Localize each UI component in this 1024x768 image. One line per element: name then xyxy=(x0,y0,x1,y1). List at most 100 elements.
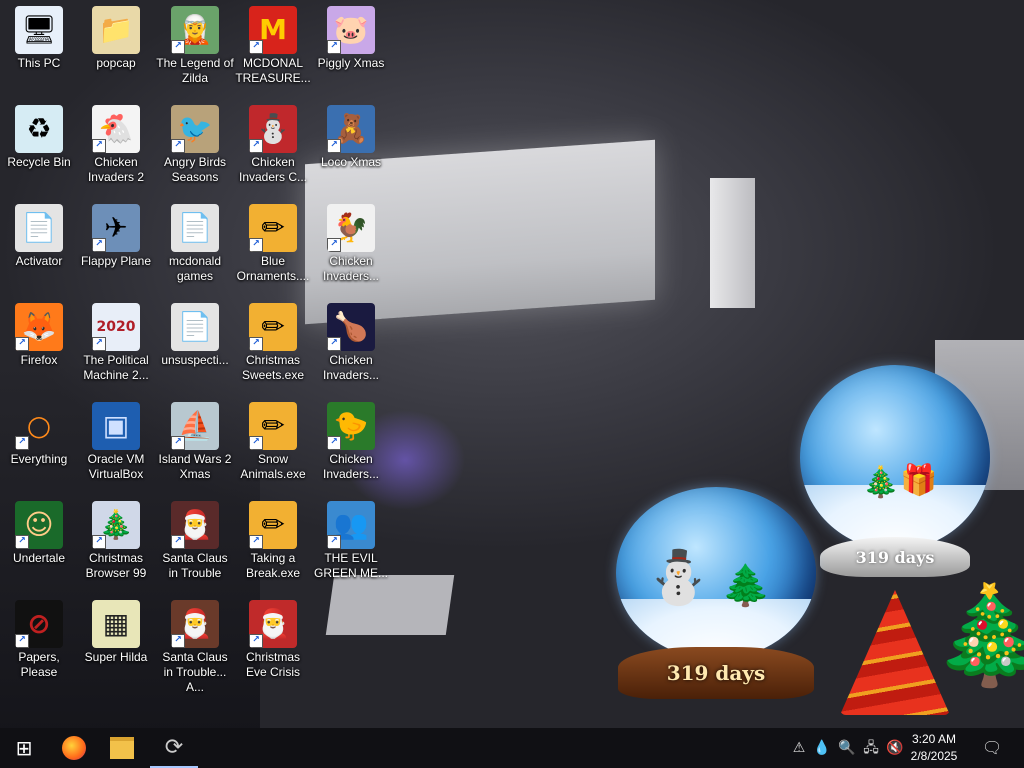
pixel-character-icon: ▦ xyxy=(92,600,140,648)
shortcut-arrow-icon: ↗ xyxy=(15,337,29,351)
clock-time: 3:20 AM xyxy=(911,732,957,746)
clock[interactable]: 3:20 AM 2/8/2025 xyxy=(904,731,964,765)
desktop-icon[interactable]: 🐷 ↗ Piggly Xmas xyxy=(312,0,390,71)
shortcut-arrow-icon: ↗ xyxy=(15,535,29,549)
santa-icon: 🎅 ↗ xyxy=(171,501,219,549)
desktop-icon[interactable]: M ↗ MCDONAL TREASURE... xyxy=(234,0,312,86)
globe-base: 319 days xyxy=(618,647,814,699)
desktop-icon[interactable]: 🍗 ↗ Chicken Invaders... xyxy=(312,297,390,383)
desktop-icon[interactable]: 🖥 This PC xyxy=(0,0,78,71)
volume-muted-icon[interactable]: 🔇 xyxy=(886,738,904,758)
shortcut-arrow-icon: ↗ xyxy=(249,337,263,351)
shortcut-arrow-icon: ↗ xyxy=(327,139,341,153)
desktop-icon[interactable]: 📄 unsuspecti... xyxy=(156,297,234,368)
desktop-icon-label: Taking a Break.exe xyxy=(245,551,301,580)
desktop-icon[interactable]: 🎅 ↗ Santa Claus in Trouble xyxy=(156,495,234,581)
desktop-icon[interactable]: 🎄 ↗ Christmas Browser 99 xyxy=(77,495,155,581)
desktop-icon[interactable]: 👥 ↗ THE EVIL GREEN ME... xyxy=(312,495,390,581)
installer-icon: ✏ ↗ xyxy=(249,204,297,252)
file-explorer-icon xyxy=(110,737,134,759)
virtualbox-icon: ▣ xyxy=(92,402,140,450)
desktop-icon[interactable]: ✈ ↗ Flappy Plane xyxy=(77,198,155,269)
shortcut-arrow-icon: ↗ xyxy=(171,535,185,549)
snowman-icon: ⛄ xyxy=(646,548,711,608)
desktop-icon[interactable]: ⛵ ↗ Island Wars 2 Xmas xyxy=(156,396,234,482)
network-icon[interactable]: 🖧 xyxy=(862,738,880,758)
desktop-icon[interactable]: ✏ ↗ Snow Animals.exe xyxy=(234,396,312,482)
desktop-icon[interactable]: ♻ Recycle Bin xyxy=(0,99,78,170)
clock-date: 2/8/2025 xyxy=(910,749,958,763)
desktop-icon-label: Piggly Xmas xyxy=(317,56,385,70)
desktop-icon-label: The Legend of Zilda xyxy=(156,56,234,85)
shortcut-arrow-icon: ↗ xyxy=(171,436,185,450)
desktop-icon-label: THE EVIL GREEN ME... xyxy=(313,551,388,580)
desktop-icon-label: Chicken Invaders... xyxy=(322,254,380,283)
desktop-icon[interactable]: ✏ ↗ Taking a Break.exe xyxy=(234,495,312,581)
christmas-tree-icon: 🎄 xyxy=(862,465,900,500)
snow-globe-widget-left[interactable]: ⛄ 🌲 319 days xyxy=(612,487,820,705)
christmas-tree-icon: 🎄 ↗ xyxy=(92,501,140,549)
shortcut-arrow-icon: ↗ xyxy=(171,634,185,648)
desktop-icon[interactable]: ○ ↗ Everything xyxy=(0,396,78,467)
taskbar-running-app[interactable]: ⟳ xyxy=(150,728,198,768)
desktop-icon[interactable]: 🐓 ↗ Chicken Invaders... xyxy=(312,198,390,284)
desktop-icon[interactable]: 📄 mcdonald games xyxy=(156,198,234,284)
desktop-icon-label: This PC xyxy=(17,56,61,70)
desktop-icon-label: unsuspecti... xyxy=(161,353,229,367)
computer-icon: 🖥 xyxy=(15,6,63,54)
desktop-icon[interactable]: ▦ Super Hilda xyxy=(77,594,155,665)
santa-icon: 🎅 ↗ xyxy=(249,600,297,648)
chicken-invaders-icon: 🍗 ↗ xyxy=(327,303,375,351)
shortcut-arrow-icon: ↗ xyxy=(171,40,185,54)
desktop-icon-label: Chicken Invaders C... xyxy=(238,155,308,184)
desktop-icon[interactable]: ▣ Oracle VM VirtualBox xyxy=(77,396,155,482)
desktop-icon[interactable]: ✏ ↗ Christmas Sweets.exe xyxy=(234,297,312,383)
desktop-icon-label: Blue Ornaments.... xyxy=(236,254,310,283)
desktop-icon[interactable]: 📄 Activator xyxy=(0,198,78,269)
shortcut-arrow-icon: ↗ xyxy=(92,139,106,153)
network-error-icon[interactable]: ⚠ xyxy=(790,738,808,758)
folder-icon: 📄 xyxy=(171,204,219,252)
desktop-icon-label: Santa Claus in Trouble... A... xyxy=(162,650,228,694)
shortcut-arrow-icon: ↗ xyxy=(92,238,106,252)
shortcut-arrow-icon: ↗ xyxy=(249,535,263,549)
snow-globe-widget-right[interactable]: 🎄 🎁 319 days xyxy=(795,365,995,590)
mcdonalds-logo-icon: M ↗ xyxy=(249,6,297,54)
drop-icon[interactable]: 💧 xyxy=(813,738,831,758)
plane-icon: ✈ ↗ xyxy=(92,204,140,252)
desktop-icon[interactable]: ✏ ↗ Blue Ornaments.... xyxy=(234,198,312,284)
shortcut-arrow-icon: ↗ xyxy=(327,337,341,351)
desktop-icon[interactable]: 🧸 ↗ Loco Xmas xyxy=(312,99,390,170)
desktop-icon[interactable]: ⊘ ↗ Papers, Please xyxy=(0,594,78,680)
days-counter: 319 days xyxy=(855,547,935,567)
desktop-icon-label: popcap xyxy=(96,56,136,70)
desktop-icon[interactable]: 📁 popcap xyxy=(77,0,155,71)
desktop-icon-label: Chicken Invaders... xyxy=(322,353,380,382)
loading-icon: ⟳ xyxy=(164,734,184,760)
shortcut-arrow-icon: ↗ xyxy=(249,436,263,450)
desktop-icon-label: Chicken Invaders 2 xyxy=(87,155,145,184)
desktop-icon[interactable]: 🦊 ↗ Firefox xyxy=(0,297,78,368)
taskbar-file-explorer[interactable] xyxy=(98,728,146,768)
desktop-icon[interactable]: 🎅 ↗ Christmas Eve Crisis xyxy=(234,594,312,680)
shortcut-arrow-icon: ↗ xyxy=(327,238,341,252)
desktop-icon-label: Christmas Eve Crisis xyxy=(245,650,300,679)
snow-globe: ⛄ 🌲 xyxy=(616,487,816,659)
start-button[interactable]: ⊞ xyxy=(0,728,48,768)
desktop-icon[interactable]: 🎅 ↗ Santa Claus in Trouble... A... xyxy=(156,594,234,695)
desktop-icon-label: Undertale xyxy=(12,551,66,565)
desktop-icon[interactable]: 2020 ↗ The Political Machine 2... xyxy=(77,297,155,383)
desktop-icon[interactable]: 🐤 ↗ Chicken Invaders... xyxy=(312,396,390,482)
notification-icon[interactable]: 🗨 xyxy=(982,738,1002,758)
chicken-santa-icon: 🐓 ↗ xyxy=(327,204,375,252)
search-magnifier-icon[interactable]: 🔍 xyxy=(838,738,856,758)
desktop-icon[interactable]: 🧝 ↗ The Legend of Zilda xyxy=(156,0,234,86)
taskbar-firefox[interactable] xyxy=(50,728,98,768)
desktop-icon[interactable]: ☺ ↗ Undertale xyxy=(0,495,78,566)
desktop-icon-label: Papers, Please xyxy=(18,650,60,679)
desktop-icon[interactable]: ⛄ ↗ Chicken Invaders C... xyxy=(234,99,312,185)
desktop-icon[interactable]: 🐔 ↗ Chicken Invaders 2 xyxy=(77,99,155,185)
desktop-icon-label: mcdonald games xyxy=(168,254,222,283)
desktop-icon[interactable]: 🐦 ↗ Angry Birds Seasons xyxy=(156,99,234,185)
game-character-icon: 🧝 ↗ xyxy=(171,6,219,54)
